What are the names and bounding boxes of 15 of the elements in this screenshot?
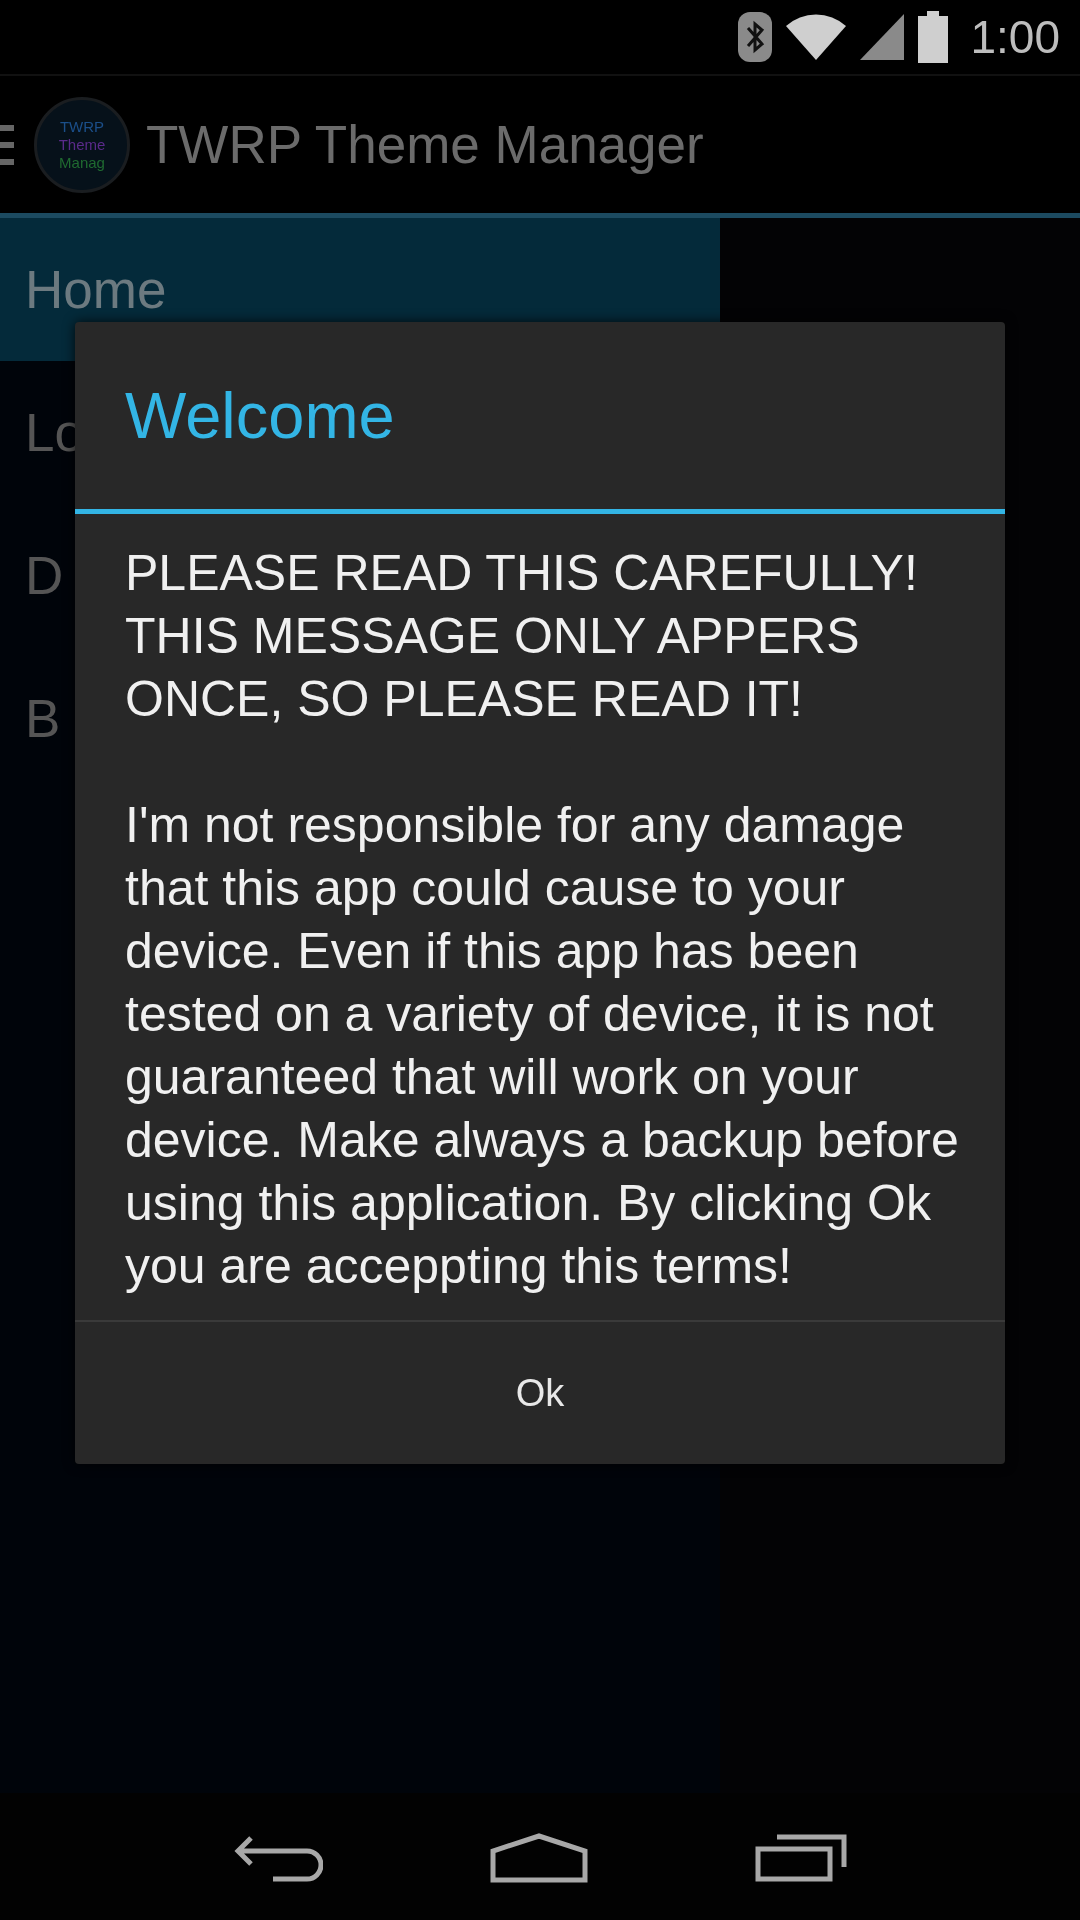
- clock-time: 1:00: [970, 10, 1060, 64]
- bluetooth-icon: [738, 12, 773, 62]
- signal-icon: [860, 14, 905, 60]
- battery-icon: [918, 11, 949, 63]
- back-icon[interactable]: [233, 1834, 324, 1882]
- dialog-title: Welcome: [75, 322, 1005, 514]
- dialog-message: PLEASE READ THIS CAREFULLY! THIS MESSAGE ONLY APPERS ONCE, SO PLEASE READ IT!: [125, 544, 919, 729]
- ok-button[interactable]: Ok: [75, 1322, 1005, 1464]
- home-icon[interactable]: [490, 1833, 588, 1883]
- app-title: TWRP Theme Manager: [146, 114, 704, 175]
- dialog-message: I'm not responsible for any damage that this app could cause to your device. Even if this app has been tested on a variety of device, it is not guaranteed that will work on your device. Make always a backup before using this application. By clicking Ok you are acceppting this terms!: [125, 796, 960, 1296]
- recent-apps-icon[interactable]: [754, 1834, 847, 1882]
- wifi-icon: [786, 14, 847, 60]
- menu-icon[interactable]: [0, 124, 14, 165]
- app-logo: TWRP Theme Manag: [34, 96, 130, 193]
